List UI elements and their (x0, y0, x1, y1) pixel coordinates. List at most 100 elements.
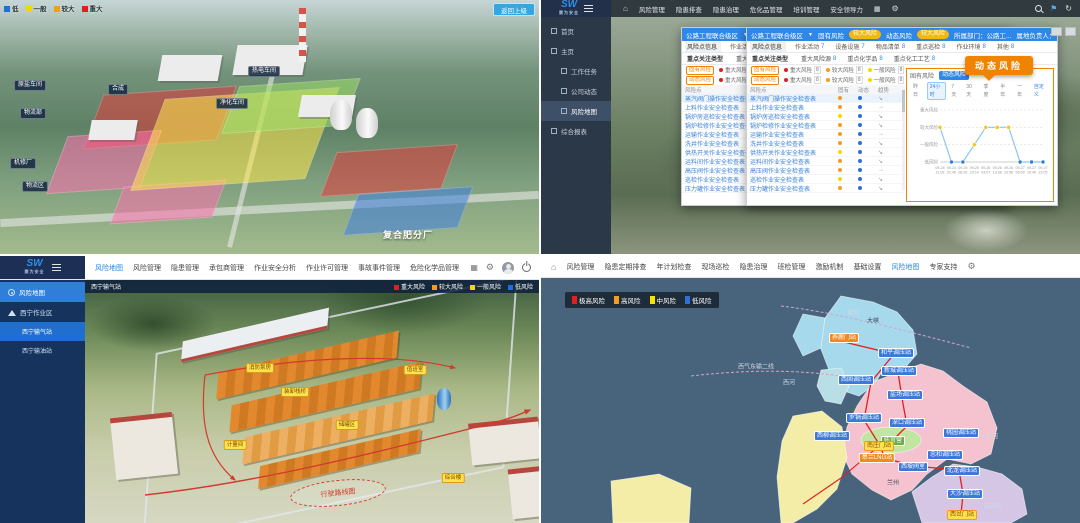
top-nav-item[interactable]: 风险管理 (639, 4, 665, 14)
station-marker[interactable]: 南庄门站 (864, 441, 894, 451)
top-nav-item[interactable]: 隐患治理 (713, 4, 739, 14)
power-icon[interactable] (522, 263, 531, 272)
focus-tab[interactable]: 重大风险源8 (799, 53, 838, 64)
focus-tab[interactable]: 重点化工工艺8 (892, 53, 937, 64)
chevron-down-icon[interactable]: ▼ (808, 32, 813, 38)
main-nav-item[interactable]: 激励机制 (815, 262, 843, 272)
focus-tab[interactable]: 重点关注类型 (750, 53, 792, 64)
station-marker[interactable]: 西坡阀室 (898, 462, 928, 472)
station-marker[interactable]: 大沙调压站 (947, 489, 983, 499)
sidebar-item[interactable]: 工作任务 (541, 61, 611, 81)
menu-icon[interactable] (52, 264, 61, 271)
panel-control-button[interactable] (1065, 27, 1076, 36)
station-marker[interactable]: 桃园调压站 (943, 428, 979, 438)
main-nav-item[interactable]: 风险管理 (133, 263, 161, 273)
station-marker[interactable]: 西柳调压站 (814, 431, 850, 441)
main-nav-item[interactable]: 危险化学品管理 (410, 263, 459, 273)
gis-map[interactable]: 极高风险高风险中风险低风险 西气东输二线省网大峡西河大夏河兰州宛川河 养鹿门站和… (541, 278, 1080, 523)
sidebar-item-gas-station[interactable]: 西宁输气站 (0, 322, 85, 341)
sidebar-item[interactable]: 公司动态 (541, 81, 611, 101)
brand-logo[interactable]: SW赛为安全 (0, 256, 85, 279)
station-marker[interactable]: 西固调压站 (838, 375, 874, 385)
sidebar-item-oil-station[interactable]: 西宁输油站 (0, 341, 85, 360)
main-nav-item[interactable]: 风险地图 (95, 263, 123, 273)
focus-tab[interactable]: 重点化学品8 (845, 53, 884, 64)
station-marker[interactable]: 深口调压站 (889, 418, 925, 428)
main-nav-item[interactable]: 风险地图 (891, 262, 919, 272)
menu-icon[interactable] (584, 5, 593, 12)
station-marker[interactable]: 皋兰LNG站 (859, 453, 895, 463)
search-icon[interactable] (1035, 5, 1042, 12)
station-marker[interactable]: 新城调压站 (881, 366, 917, 376)
time-range-button[interactable]: 半年 (997, 82, 1012, 100)
focus-tab[interactable]: 重点关注类型 (685, 53, 727, 64)
station-marker[interactable]: 西岔门站 (947, 510, 977, 520)
main-nav-item[interactable]: 专家支持 (929, 262, 957, 272)
station-marker[interactable]: 忠和调压站 (927, 450, 963, 460)
tab[interactable]: 作业环境8 (954, 41, 987, 52)
legend-count-item[interactable]: 一般风险8 (868, 66, 905, 74)
main-nav-item[interactable]: 现场巡检 (701, 262, 729, 272)
time-range-button[interactable]: 24小时 (927, 82, 947, 100)
table-row[interactable]: 压力罐作业安全检查表 ↘ (747, 184, 905, 193)
main-nav-item[interactable]: 承包商管理 (209, 263, 244, 273)
main-nav-item[interactable]: 风险管理 (566, 262, 594, 272)
legend-count-item[interactable]: 较大风险8 (826, 66, 863, 74)
grid-icon[interactable]: ▦ (874, 5, 881, 13)
site-label[interactable]: 值班室 (404, 365, 427, 375)
station-marker[interactable]: 北龙调压站 (944, 466, 980, 476)
legend-count-item[interactable]: 重大风险8 (784, 76, 821, 84)
time-range-button[interactable]: 7天 (948, 82, 961, 100)
sidebar-item-risk-map[interactable]: 风险地图 (0, 282, 85, 302)
main-nav-item[interactable]: 基础设置 (853, 262, 881, 272)
refresh-icon[interactable]: ↻ (1065, 4, 1072, 13)
site-label[interactable]: 计量间 (224, 440, 247, 450)
gear-icon[interactable]: ⚙ (486, 262, 494, 273)
main-nav-item[interactable]: 事故事件管理 (358, 263, 400, 273)
time-range-button[interactable]: 自定义 (1031, 82, 1050, 100)
site-label[interactable]: 综合楼 (442, 473, 465, 483)
station-marker[interactable]: 盐场调压站 (887, 390, 923, 400)
panel-control-button[interactable] (1051, 27, 1062, 36)
site-label[interactable]: 储罐区 (336, 420, 359, 430)
tab[interactable]: 物品清单8 (874, 41, 907, 52)
sidebar-item-work-area[interactable]: 西宁作业区 (0, 302, 85, 322)
chart-toggle-button[interactable]: 固有风险 (910, 71, 934, 80)
legend-count-item[interactable]: 一般风险8 (868, 76, 905, 84)
tab[interactable]: 作业活动7 (793, 41, 826, 52)
top-nav-item[interactable]: 危化品管理 (750, 4, 783, 14)
main-nav-item[interactable]: 作业许可管理 (306, 263, 348, 273)
tab[interactable]: 重点巡检8 (914, 41, 947, 52)
top-nav-item[interactable]: 隐患排查 (676, 4, 702, 14)
scrollbar[interactable] (902, 90, 905, 190)
main-nav-item[interactable]: 班检管理 (777, 262, 805, 272)
tab[interactable]: 其他8 (995, 41, 1016, 52)
gear-icon[interactable]: ⚙ (967, 261, 975, 272)
tab[interactable]: 风险点信息 (750, 41, 786, 52)
time-range-button[interactable]: 季度 (981, 82, 996, 100)
sidebar-item[interactable]: 主页 (541, 41, 611, 61)
legend-count-item[interactable]: 重大风险8 (784, 66, 821, 74)
time-range-button[interactable]: 一年 (1014, 82, 1029, 100)
main-nav-item[interactable]: 隐患治理 (739, 262, 767, 272)
sidebar-item[interactable]: 风险地图 (541, 101, 611, 121)
legend-count-item[interactable]: 较大风险8 (826, 76, 863, 84)
brand-logo[interactable]: SW赛为安全 (541, 0, 611, 17)
avatar[interactable] (502, 262, 514, 274)
time-range-button[interactable]: 昨日 (910, 82, 925, 100)
station-marker[interactable]: 罗锅调压站 (846, 413, 882, 423)
time-range-button[interactable]: 30天 (963, 82, 978, 100)
main-nav-item[interactable]: 作业安全分析 (254, 263, 296, 273)
home-icon[interactable]: ⌂ (623, 4, 628, 13)
site-label[interactable]: 装卸栈桥 (281, 387, 309, 397)
grid-icon[interactable]: ▦ (470, 263, 478, 272)
station-marker[interactable]: 和平调压站 (878, 348, 914, 358)
main-nav-item[interactable]: 隐患定期排查 (604, 262, 646, 272)
home-icon[interactable]: ⌂ (551, 262, 556, 272)
main-nav-item[interactable]: 隐患管理 (171, 263, 199, 273)
main-nav-item[interactable]: 年计划检查 (656, 262, 691, 272)
station-marker[interactable]: 养鹿门站 (829, 333, 859, 343)
top-nav-item[interactable]: 培训管理 (793, 4, 819, 14)
tab[interactable]: 设备设施7 (833, 41, 866, 52)
window-titlebar[interactable]: 公路工程联合级区▼ 固有风险 较大风险 动态风险 较大风险 所属部门：公路工..… (747, 28, 1057, 41)
